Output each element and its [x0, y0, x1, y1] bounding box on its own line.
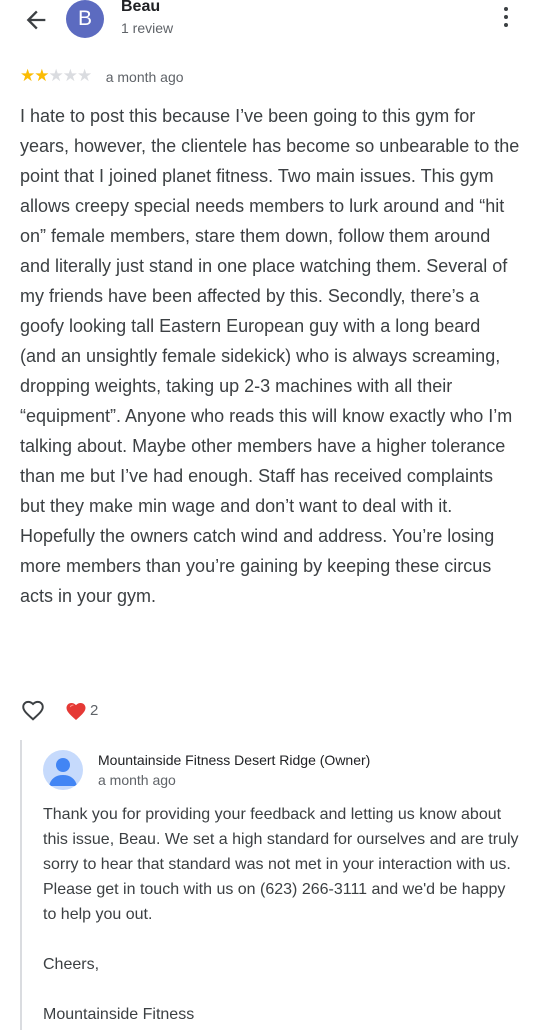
person-avatar-icon	[43, 750, 83, 790]
red-heart-icon[interactable]	[64, 699, 88, 723]
back-arrow-icon[interactable]	[22, 6, 50, 34]
star-filled-icon: ★	[20, 66, 35, 85]
review-date: a month ago	[105, 68, 184, 85]
reviewer-avatar[interactable]: B	[66, 0, 104, 38]
reviewer-review-count: 1 review	[121, 20, 174, 36]
owner-response: Mountainside Fitness Desert Ridge (Owner…	[20, 740, 522, 1030]
reviewer-name[interactable]: Beau	[121, 0, 160, 16]
owner-name[interactable]: Mountainside Fitness Desert Ridge (Owner…	[98, 752, 370, 768]
more-vert-icon[interactable]	[500, 7, 512, 31]
star-empty-icon: ★	[48, 66, 64, 85]
review-body: I hate to post this because I’ve been go…	[20, 106, 520, 606]
heart-outline-icon[interactable]	[20, 697, 46, 723]
star-empty-icon: ★	[77, 66, 92, 85]
review-header: B Beau 1 review	[0, 0, 538, 50]
review-rating-row: ★★★★★ a month ago	[20, 67, 184, 87]
owner-response-date: a month ago	[98, 772, 176, 788]
star-filled-icon: ★	[34, 66, 49, 85]
star-rating: ★★★★★	[20, 66, 92, 86]
reaction-count: 2	[90, 702, 99, 719]
owner-response-text: Thank you for providing your feedback an…	[43, 806, 519, 1023]
star-empty-icon: ★	[62, 66, 78, 85]
